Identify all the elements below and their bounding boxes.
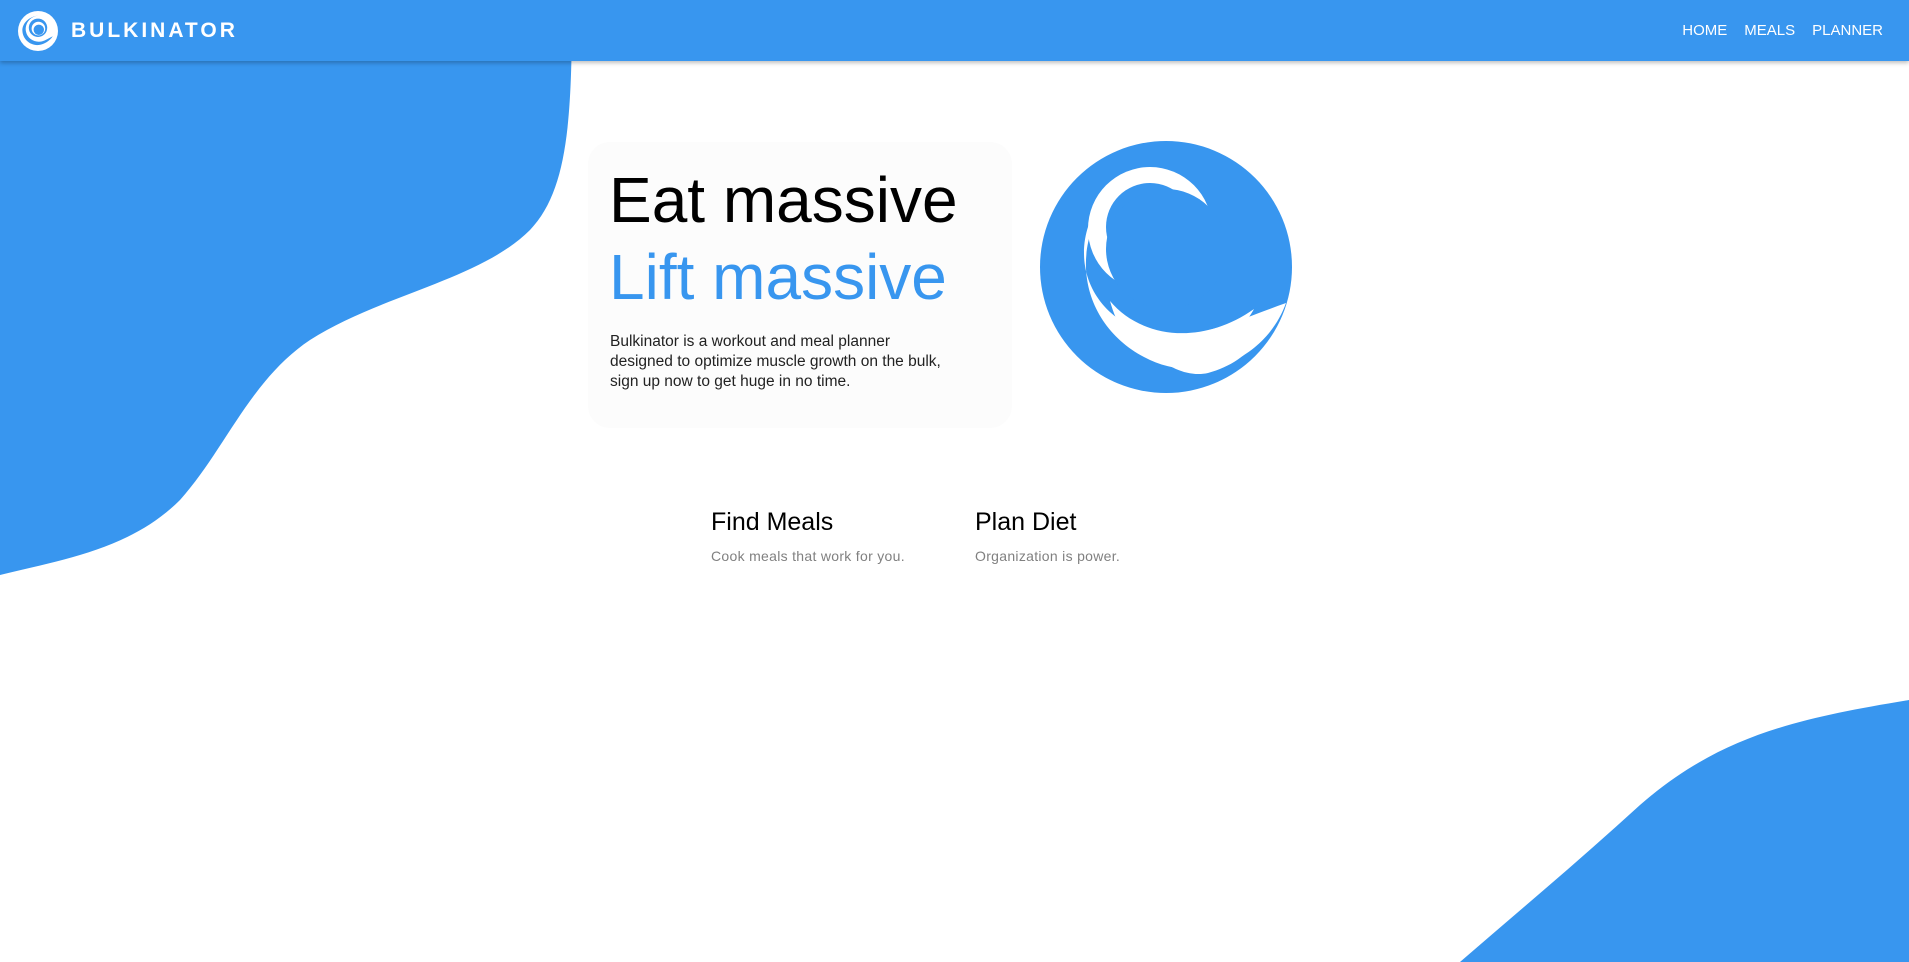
nav-home-link[interactable]: HOME <box>1682 22 1727 39</box>
swirl-logo-icon <box>18 10 58 51</box>
brand-home-link[interactable]: BULKINATOR <box>18 10 238 51</box>
feature-title: Find Meals <box>711 508 834 536</box>
nav-meals-link[interactable]: MEALS <box>1744 22 1795 39</box>
nav-planner-link[interactable]: PLANNER <box>1812 22 1883 39</box>
top-navbar: BULKINATOR HOME MEALS PLANNER <box>0 0 1909 61</box>
decorative-blob-top-left <box>0 0 572 575</box>
feature-subtitle: Organization is power. <box>975 548 1121 564</box>
feature-plan-diet: Plan Diet Organization is power. <box>975 507 1120 565</box>
feature-find-meals: Find Meals Cook meals that work for you. <box>711 507 905 565</box>
brand-name: BULKINATOR <box>71 18 238 42</box>
decorative-blob-bottom-right <box>1460 700 1909 962</box>
hero-headline-lift: Lift massive <box>609 241 947 313</box>
hero-description: Bulkinator is a workout and meal planner… <box>610 333 941 390</box>
main-nav: HOME MEALS PLANNER <box>1665 22 1883 39</box>
hero-headline-eat: Eat massive <box>609 164 958 236</box>
feature-subtitle: Cook meals that work for you. <box>711 548 905 564</box>
feature-title: Plan Diet <box>975 508 1077 536</box>
page: BULKINATOR HOME MEALS PLANNER Eat massiv… <box>0 0 1909 962</box>
swirl-logo-icon <box>1040 141 1292 393</box>
